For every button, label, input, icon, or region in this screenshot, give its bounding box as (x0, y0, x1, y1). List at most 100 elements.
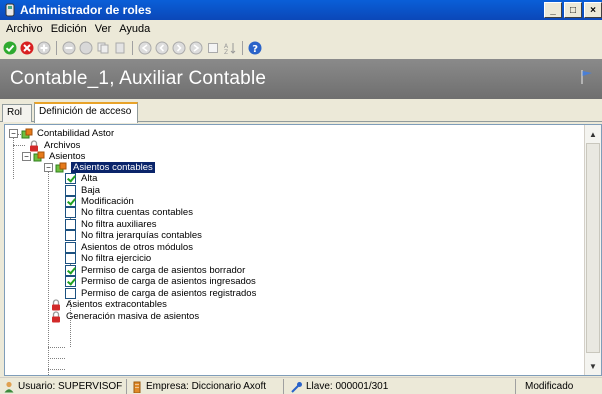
tree-node-archivos[interactable]: Archivos (28, 139, 81, 151)
menu-archivo[interactable]: Archivo (4, 23, 49, 35)
confirm-icon[interactable] (3, 41, 17, 55)
role-header: Contable_1, Auxiliar Contable (0, 59, 602, 99)
menu-edicion[interactable]: Edición (49, 23, 93, 35)
status-bar: Usuario: SUPERVISOF Empresa: Diccionario… (0, 377, 602, 394)
flag-icon (581, 70, 592, 84)
collapse-toggle[interactable]: − (44, 163, 53, 172)
checkbox[interactable] (65, 265, 76, 276)
svg-text:?: ? (252, 44, 258, 55)
tree-permission-carga-registrados[interactable]: Permiso de carga de asientos registrados (65, 288, 256, 299)
status-state: Modificado (517, 379, 602, 394)
scroll-up-icon[interactable]: ▲ (585, 126, 601, 142)
toolbar: AZ ? (0, 38, 602, 58)
close-button[interactable]: × (584, 2, 602, 18)
tree-node-asientos[interactable]: Asientos (33, 151, 85, 162)
collapse-toggle[interactable]: − (9, 129, 18, 138)
toolbar-separator (132, 41, 133, 55)
tree-connector (48, 358, 65, 359)
paste-icon[interactable] (113, 41, 127, 55)
tree-node-label: Asientos de otros módulos (81, 242, 193, 253)
nav-last-icon[interactable] (189, 41, 203, 55)
tree-node-label: Generación masiva de asientos (66, 311, 200, 322)
tree-permission-baja[interactable]: Baja (65, 185, 100, 196)
status-user-text: Usuario: SUPERVISOF (18, 381, 123, 392)
tree-connector (48, 369, 65, 370)
tree-node-asientos-contables[interactable]: Asientos contables (55, 162, 155, 173)
cancel-icon[interactable] (20, 41, 34, 55)
tree-node-label: Permiso de carga de asientos registrados (81, 288, 257, 299)
tree-node-label: Permiso de carga de asientos ingresados (81, 276, 256, 287)
tree-permission-carga-borrador[interactable]: Permiso de carga de asientos borrador (65, 265, 245, 276)
blank-icon[interactable] (206, 41, 220, 55)
copy-icon[interactable] (96, 41, 110, 55)
menu-bar: Archivo Edición Ver Ayuda (0, 20, 602, 38)
checkbox[interactable] (65, 219, 76, 230)
tree-node-label: No filtra ejercicio (81, 253, 152, 264)
collapse-toggle[interactable]: − (22, 152, 31, 161)
svg-text:Z: Z (224, 49, 228, 55)
toolbar-separator (56, 41, 57, 55)
tree-node-label: Archivos (44, 140, 81, 151)
nav-next-icon[interactable] (172, 41, 186, 55)
tab-definicion-de-acceso[interactable]: Definición de acceso (34, 102, 138, 123)
tab-strip: Rol Definición de acceso (0, 100, 602, 123)
status-company: Empresa: Diccionario Axoft (128, 379, 284, 394)
app-icon (5, 3, 15, 17)
checkbox[interactable] (65, 230, 76, 241)
remove-icon[interactable] (62, 41, 76, 55)
vertical-scrollbar[interactable]: ▲ ▼ (584, 125, 601, 375)
tree-node-generacion-masiva[interactable]: Generación masiva de asientos (50, 310, 200, 322)
nav-prev-icon[interactable] (155, 41, 169, 55)
checkbox[interactable] (65, 288, 76, 299)
access-tree: − Contabilidad Astor Archivos − Asientos… (4, 124, 602, 376)
tree-permission-no-filtra-cuentas[interactable]: No filtra cuentas contables (65, 207, 193, 218)
checkbox[interactable] (65, 276, 76, 287)
module-icon (33, 151, 45, 161)
tree-node-label: Baja (81, 185, 101, 196)
status-key: Llave: 000001/301 (285, 379, 516, 394)
tree-permission-no-filtra-ejercicio[interactable]: No filtra ejercicio (65, 253, 151, 264)
toolbar-separator (242, 41, 243, 55)
lock-icon (52, 298, 60, 310)
window-title: Administrador de roles (20, 3, 152, 17)
tree-connector (48, 163, 49, 375)
tree-permission-carga-ingresados[interactable]: Permiso de carga de asientos ingresados (65, 276, 256, 287)
tree-connector (13, 145, 25, 146)
tree-permission-modificacion[interactable]: Modificación (65, 196, 134, 207)
nav-first-icon[interactable] (138, 41, 152, 55)
tree-node-label: Contabilidad Astor (37, 128, 115, 139)
help-icon[interactable]: ? (248, 41, 262, 55)
tree-node-label: Alta (81, 173, 98, 184)
checkbox[interactable] (65, 242, 76, 253)
tree-node-label: Modificación (81, 196, 134, 207)
maximize-button[interactable]: □ (564, 2, 582, 18)
checkbox[interactable] (65, 173, 76, 184)
tree-permission-no-filtra-jerarquias[interactable]: No filtra jerarquías contables (65, 230, 202, 241)
tree-node-label: No filtra jerarquías contables (81, 230, 202, 241)
window-controls: _ □ × (544, 2, 602, 18)
tree-node-contabilidad-astor[interactable]: Contabilidad Astor (21, 128, 114, 139)
tree-permission-no-filtra-auxiliares[interactable]: No filtra auxiliares (65, 219, 157, 230)
company-icon (133, 381, 141, 393)
tree-permission-otros-modulos[interactable]: Asientos de otros módulos (65, 242, 193, 253)
move-icon[interactable] (79, 41, 93, 55)
role-title: Contable_1, Auxiliar Contable (10, 68, 267, 89)
checkbox[interactable] (65, 253, 76, 264)
minimize-button[interactable]: _ (544, 2, 562, 18)
checkbox[interactable] (65, 185, 76, 196)
tree-node-label: No filtra cuentas contables (81, 207, 193, 218)
menu-ayuda[interactable]: Ayuda (117, 23, 156, 35)
add-icon[interactable] (37, 41, 51, 55)
status-user: Usuario: SUPERVISOF (0, 379, 127, 394)
tree-permission-alta[interactable]: Alta (65, 173, 97, 184)
scroll-thumb[interactable] (586, 143, 600, 353)
tree-connector (13, 136, 14, 179)
scroll-down-icon[interactable]: ▼ (585, 358, 601, 374)
tree-node-asientos-extracontables[interactable]: Asientos extracontables (50, 298, 167, 310)
sort-icon[interactable]: AZ (223, 41, 237, 55)
menu-ver[interactable]: Ver (93, 23, 118, 35)
checkbox[interactable] (65, 196, 76, 207)
checkbox[interactable] (65, 207, 76, 218)
tree-node-label: Asientos (49, 151, 86, 162)
tab-rol[interactable]: Rol (2, 104, 32, 122)
